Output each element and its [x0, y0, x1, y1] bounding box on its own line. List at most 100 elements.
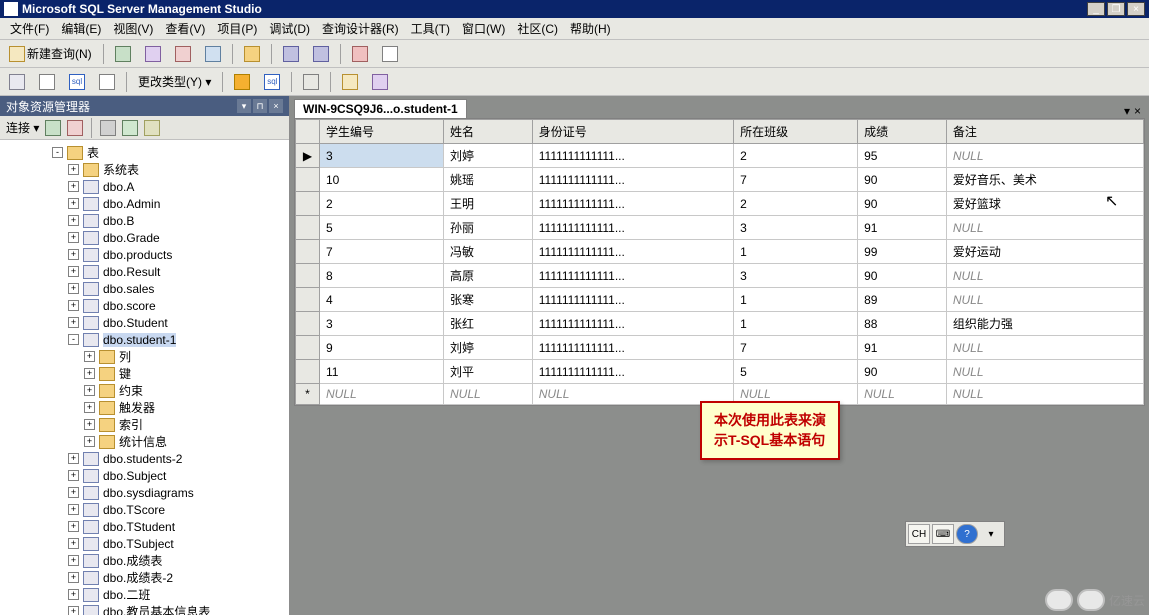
- column-header[interactable]: 成绩: [858, 120, 947, 144]
- tool-b[interactable]: [170, 43, 196, 65]
- cell[interactable]: 4: [320, 288, 444, 312]
- table-row[interactable]: 2王明1111111111111...290爱好篮球: [296, 192, 1144, 216]
- tab-student1[interactable]: WIN-9CSQ9J6...o.student-1: [294, 99, 467, 118]
- expand-icon[interactable]: +: [68, 504, 79, 515]
- ime-keyboard-icon[interactable]: ⌨: [932, 524, 954, 544]
- column-header[interactable]: 学生编号: [320, 120, 444, 144]
- column-header[interactable]: 备注: [946, 120, 1143, 144]
- cell[interactable]: 2: [320, 192, 444, 216]
- expand-icon[interactable]: +: [68, 198, 79, 209]
- tool-derived[interactable]: [367, 71, 393, 93]
- cell[interactable]: 1111111111111...: [532, 192, 733, 216]
- cell[interactable]: 3: [734, 216, 858, 240]
- cell[interactable]: 张寒: [443, 288, 532, 312]
- tool-saveall[interactable]: [308, 43, 334, 65]
- cell[interactable]: 刘婷: [443, 336, 532, 360]
- expand-icon[interactable]: +: [68, 555, 79, 566]
- filter-icon[interactable]: [144, 120, 160, 136]
- data-grid[interactable]: 学生编号姓名身份证号所在班级成绩备注▶3刘婷1111111111111...29…: [295, 119, 1144, 405]
- expand-icon[interactable]: +: [68, 266, 79, 277]
- column-header[interactable]: 姓名: [443, 120, 532, 144]
- cell[interactable]: NULL: [946, 336, 1143, 360]
- expand-icon[interactable]: +: [84, 351, 95, 362]
- cell[interactable]: 王明: [443, 192, 532, 216]
- tool-verify[interactable]: sql: [259, 71, 285, 93]
- cell[interactable]: 11: [320, 360, 444, 384]
- cell[interactable]: 7: [734, 168, 858, 192]
- tool-sql[interactable]: sql: [64, 71, 90, 93]
- expand-icon[interactable]: +: [68, 249, 79, 260]
- menu-window[interactable]: 窗口(W): [456, 18, 511, 39]
- cell[interactable]: 刘婷: [443, 144, 532, 168]
- expand-icon[interactable]: +: [84, 385, 95, 396]
- menu-view[interactable]: 视图(V): [107, 18, 159, 39]
- tree-node[interactable]: +dbo.students-2: [0, 450, 289, 467]
- tree-node[interactable]: +dbo.sales: [0, 280, 289, 297]
- menu-edit[interactable]: 编辑(E): [55, 18, 107, 39]
- expand-icon[interactable]: +: [68, 453, 79, 464]
- connect-icon[interactable]: [45, 120, 61, 136]
- table-row[interactable]: 11刘平1111111111111...590NULL: [296, 360, 1144, 384]
- cell[interactable]: 5: [734, 360, 858, 384]
- table-row[interactable]: 3张红1111111111111...188组织能力强: [296, 312, 1144, 336]
- menu-file[interactable]: 文件(F): [4, 18, 55, 39]
- tree-node[interactable]: +dbo.Admin: [0, 195, 289, 212]
- menu-debug[interactable]: 调试(D): [263, 18, 316, 39]
- table-row[interactable]: 4张寒1111111111111...189NULL: [296, 288, 1144, 312]
- tool-a[interactable]: [140, 43, 166, 65]
- cell[interactable]: 3: [320, 144, 444, 168]
- cell[interactable]: 1111111111111...: [532, 360, 733, 384]
- tree-node[interactable]: +系统表: [0, 161, 289, 178]
- cell[interactable]: 91: [858, 336, 947, 360]
- cell[interactable]: 9: [320, 336, 444, 360]
- cell[interactable]: 高原: [443, 264, 532, 288]
- cell[interactable]: 冯敏: [443, 240, 532, 264]
- menu-community[interactable]: 社区(C): [511, 18, 564, 39]
- tree-node[interactable]: +dbo.Student: [0, 314, 289, 331]
- panel-dropdown-icon[interactable]: ▾: [237, 99, 251, 113]
- expand-icon[interactable]: +: [68, 572, 79, 583]
- tab-menu-icon[interactable]: ▾: [1124, 104, 1130, 118]
- cell[interactable]: 2: [734, 192, 858, 216]
- table-row[interactable]: 10姚瑶1111111111111...790爱好音乐、美术: [296, 168, 1144, 192]
- cell[interactable]: 91: [858, 216, 947, 240]
- tree-node[interactable]: +dbo.score: [0, 297, 289, 314]
- restore-button[interactable]: ❐: [1107, 2, 1125, 16]
- menu-help[interactable]: 帮助(H): [564, 18, 617, 39]
- expand-icon[interactable]: +: [68, 487, 79, 498]
- expand-icon[interactable]: +: [68, 317, 79, 328]
- ime-menu-icon[interactable]: ▾: [980, 524, 1002, 544]
- expand-icon[interactable]: +: [68, 181, 79, 192]
- tree-node[interactable]: +dbo.Result: [0, 263, 289, 280]
- tool-addtable[interactable]: [337, 71, 363, 93]
- expand-icon[interactable]: +: [84, 368, 95, 379]
- column-header[interactable]: 所在班级: [734, 120, 858, 144]
- tree-node[interactable]: +dbo.TStudent: [0, 518, 289, 535]
- cell[interactable]: 1111111111111...: [532, 216, 733, 240]
- tree-node[interactable]: +触发器: [0, 399, 289, 416]
- cell[interactable]: 3: [320, 312, 444, 336]
- minimize-button[interactable]: _: [1087, 2, 1105, 16]
- expand-icon[interactable]: +: [68, 589, 79, 600]
- table-row[interactable]: 8高原1111111111111...390NULL: [296, 264, 1144, 288]
- expand-icon[interactable]: +: [68, 215, 79, 226]
- cell[interactable]: 1111111111111...: [532, 288, 733, 312]
- tool-results[interactable]: [94, 71, 120, 93]
- tree[interactable]: -表+系统表+dbo.A+dbo.Admin+dbo.B+dbo.Grade+d…: [0, 140, 289, 615]
- cell[interactable]: 1111111111111...: [532, 240, 733, 264]
- collapse-icon[interactable]: -: [68, 334, 79, 345]
- new-query-button[interactable]: 新建查询(N): [4, 42, 97, 65]
- expand-icon[interactable]: +: [68, 283, 79, 294]
- cell[interactable]: 7: [320, 240, 444, 264]
- cell[interactable]: 1111111111111...: [532, 336, 733, 360]
- cell[interactable]: 张红: [443, 312, 532, 336]
- cell[interactable]: 90: [858, 360, 947, 384]
- cell[interactable]: 8: [320, 264, 444, 288]
- close-button[interactable]: ×: [1127, 2, 1145, 16]
- tree-node[interactable]: -表: [0, 144, 289, 161]
- cell[interactable]: 1111111111111...: [532, 144, 733, 168]
- cell[interactable]: 95: [858, 144, 947, 168]
- stop-icon[interactable]: [100, 120, 116, 136]
- tool-group[interactable]: [298, 71, 324, 93]
- cell[interactable]: NULL: [946, 384, 1143, 405]
